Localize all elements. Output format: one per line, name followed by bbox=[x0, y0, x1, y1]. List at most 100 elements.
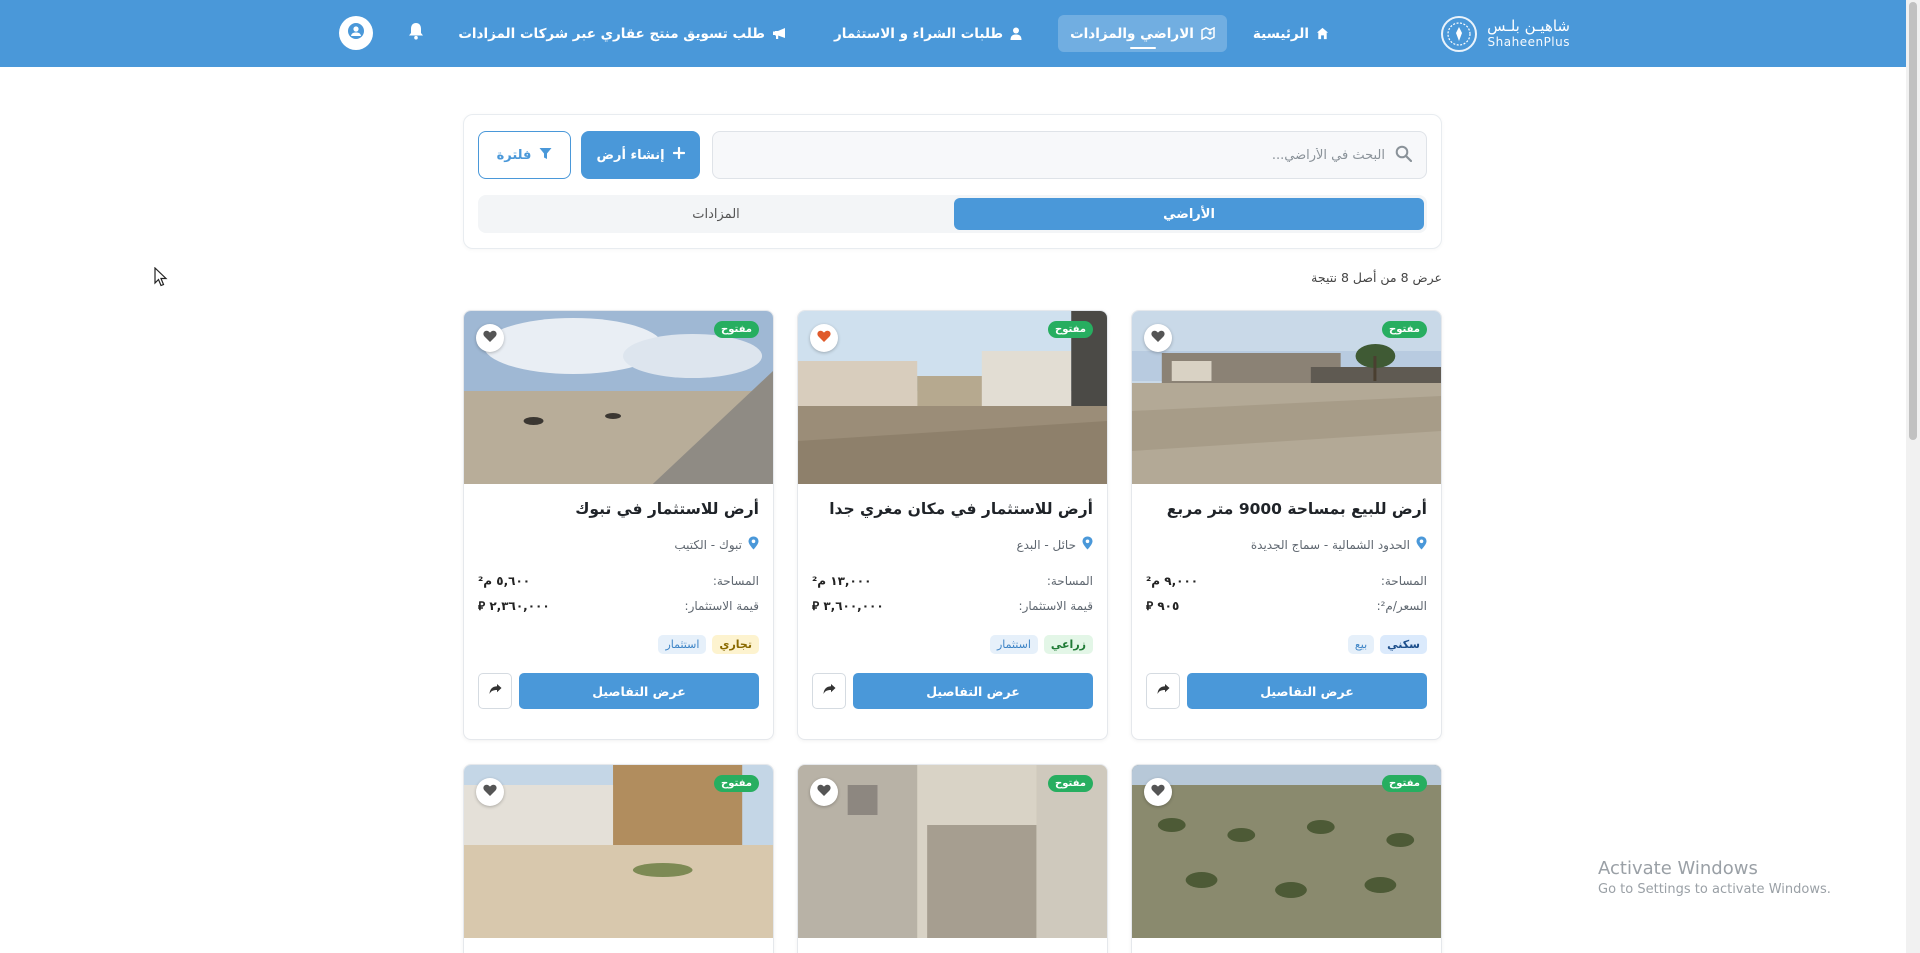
area-row: المساحة: ١٣,٠٠٠ م² bbox=[812, 574, 1093, 588]
land-photo[interactable]: مفتوح bbox=[798, 765, 1107, 938]
create-land-button[interactable]: إنشاء أرض bbox=[581, 131, 700, 179]
area-value: ٥,٦٠٠ م² bbox=[478, 574, 531, 588]
share-icon bbox=[1157, 683, 1170, 699]
results-count: عرض 8 من أصل 8 نتيجة bbox=[1311, 270, 1442, 285]
search-input[interactable] bbox=[713, 132, 1385, 178]
investment-row: قيمة الاستثمار: ٢,٣٦٠,٠٠٠ ⃁ bbox=[478, 599, 759, 614]
plus-icon bbox=[672, 146, 685, 163]
price-value: ٩٠٥ ⃁ bbox=[1146, 599, 1180, 613]
investment-value: ٣,٦٠٠,٠٠٠ ⃁ bbox=[812, 599, 884, 613]
area-row: المساحة: ٩,٠٠٠ م² bbox=[1146, 574, 1427, 588]
area-value: ٩,٠٠٠ م² bbox=[1146, 574, 1199, 588]
user-avatar-button[interactable] bbox=[339, 16, 373, 50]
area-value: ١٣,٠٠٠ م² bbox=[812, 574, 872, 588]
status-badge: مفتوح bbox=[1048, 321, 1093, 338]
investment-value: ٢,٣٦٠,٠٠٠ ⃁ bbox=[478, 599, 550, 613]
share-icon bbox=[823, 683, 836, 699]
card-tags: زراعي استثمار bbox=[989, 635, 1093, 654]
status-badge: مفتوح bbox=[1382, 775, 1427, 792]
main-nav: الرئيسية الاراضي والمزادات طلبات الشراء … bbox=[446, 15, 1341, 52]
favorite-button[interactable] bbox=[476, 324, 504, 352]
status-badge: مفتوح bbox=[714, 321, 759, 338]
page-scrollbar[interactable] bbox=[1906, 0, 1920, 953]
card-location: تبوك - الكتيب bbox=[674, 536, 759, 553]
search-box bbox=[712, 131, 1427, 179]
land-photo[interactable]: مفتوح bbox=[1132, 311, 1441, 484]
view-details-button[interactable]: عرض التفاصيل bbox=[1187, 673, 1427, 709]
share-button[interactable] bbox=[1146, 673, 1180, 709]
filter-button[interactable]: فلترة bbox=[478, 131, 571, 179]
tag: زراعي bbox=[1043, 635, 1093, 654]
card-location: حائل - البدع bbox=[1016, 536, 1093, 553]
search-icon bbox=[1395, 145, 1413, 166]
tab-auctions[interactable]: المزادات bbox=[481, 198, 951, 230]
land-photo[interactable]: مفتوح bbox=[464, 765, 773, 938]
view-details-button[interactable]: عرض التفاصيل bbox=[853, 673, 1093, 709]
brand[interactable]: شاهيـن بلـس ShaheenPlus bbox=[1441, 13, 1570, 55]
brand-name-english: ShaheenPlus bbox=[1487, 34, 1570, 49]
user-avatar-icon bbox=[348, 23, 364, 43]
brand-logo-icon bbox=[1441, 16, 1478, 52]
nav-home-label: الرئيسية bbox=[1252, 25, 1309, 42]
status-badge: مفتوح bbox=[1382, 321, 1427, 338]
area-label: المساحة: bbox=[1046, 574, 1093, 588]
favorite-button[interactable] bbox=[810, 778, 838, 806]
card-location-text: الحدود الشمالية - سماج الجديدة bbox=[1250, 537, 1410, 552]
view-details-button[interactable]: عرض التفاصيل bbox=[519, 673, 759, 709]
nav-lands-auctions[interactable]: الاراضي والمزادات bbox=[1058, 15, 1227, 52]
card-title: أرض للاستثمار في تبوك bbox=[575, 500, 759, 518]
share-button[interactable] bbox=[478, 673, 512, 709]
heart-icon bbox=[483, 330, 497, 347]
nav-marketing-label: طلب تسويق منتج عقاري عبر شركات المزادات bbox=[458, 25, 766, 42]
tag: استثمار bbox=[989, 635, 1038, 654]
favorite-button[interactable] bbox=[810, 324, 838, 352]
investment-label: قيمة الاستثمار: bbox=[1018, 599, 1093, 613]
heart-filled-icon bbox=[817, 330, 831, 347]
land-card: مفتوح أرض للبيع بمساحة 9000 متر مربع الح… bbox=[1131, 310, 1442, 740]
location-pin-icon bbox=[1082, 536, 1093, 553]
card-title: أرض للبيع بمساحة 9000 متر مربع bbox=[1166, 500, 1427, 518]
tag: سكني bbox=[1380, 635, 1427, 654]
mouse-cursor-icon bbox=[154, 266, 168, 291]
favorite-button[interactable] bbox=[476, 778, 504, 806]
land-card: مفتوح bbox=[463, 764, 774, 953]
price-label: السعر/م²: bbox=[1376, 599, 1427, 613]
watermark-subtitle: Go to Settings to activate Windows. bbox=[1598, 882, 1831, 897]
land-card: مفتوح أرض للاستثمار في تبوك تبوك - الكتي… bbox=[463, 310, 774, 740]
tabs-bar: الأراضي المزادات bbox=[478, 195, 1427, 233]
area-label: المساحة: bbox=[1380, 574, 1427, 588]
status-badge: مفتوح bbox=[1048, 775, 1093, 792]
investment-label: قيمة الاستثمار: bbox=[684, 599, 759, 613]
land-card: مفتوح bbox=[797, 764, 1108, 953]
land-photo[interactable]: مفتوح bbox=[1132, 765, 1441, 938]
tag: بيع bbox=[1347, 635, 1375, 654]
card-tags: تجاري استثمار bbox=[658, 635, 759, 654]
investment-row: قيمة الاستثمار: ٣,٦٠٠,٠٠٠ ⃁ bbox=[812, 599, 1093, 614]
nav-purchase-requests[interactable]: طلبات الشراء و الاستثمار bbox=[822, 15, 1034, 52]
land-photo[interactable]: مفتوح bbox=[798, 311, 1107, 484]
price-row: السعر/م²: ٩٠٥ ⃁ bbox=[1146, 599, 1427, 614]
nav-lands-label: الاراضي والمزادات bbox=[1070, 25, 1194, 42]
filter-icon bbox=[539, 147, 552, 164]
tag: استثمار bbox=[658, 635, 707, 654]
favorite-button[interactable] bbox=[1144, 778, 1172, 806]
nav-marketing-request[interactable]: طلب تسويق منتج عقاري عبر شركات المزادات bbox=[446, 15, 798, 52]
top-navbar: شاهيـن بلـس ShaheenPlus الرئيسية الاراضي… bbox=[0, 0, 1906, 67]
watermark-title: Activate Windows bbox=[1598, 858, 1758, 879]
scrollbar-thumb[interactable] bbox=[1909, 2, 1917, 440]
card-tags: سكني بيع bbox=[1347, 635, 1427, 654]
nav-home[interactable]: الرئيسية bbox=[1241, 15, 1341, 52]
land-photo[interactable]: مفتوح bbox=[464, 311, 773, 484]
share-button[interactable] bbox=[812, 673, 846, 709]
location-pin-icon bbox=[748, 536, 759, 553]
location-pin-icon bbox=[1416, 536, 1427, 553]
area-row: المساحة: ٥,٦٠٠ م² bbox=[478, 574, 759, 588]
tab-lands[interactable]: الأراضي bbox=[954, 198, 1424, 230]
favorite-button[interactable] bbox=[1144, 324, 1172, 352]
notifications-bell-icon[interactable] bbox=[404, 22, 424, 44]
heart-icon bbox=[483, 784, 497, 801]
area-label: المساحة: bbox=[712, 574, 759, 588]
heart-icon bbox=[817, 784, 831, 801]
nav-requests-label: طلبات الشراء و الاستثمار bbox=[834, 25, 1004, 42]
status-badge: مفتوح bbox=[714, 775, 759, 792]
